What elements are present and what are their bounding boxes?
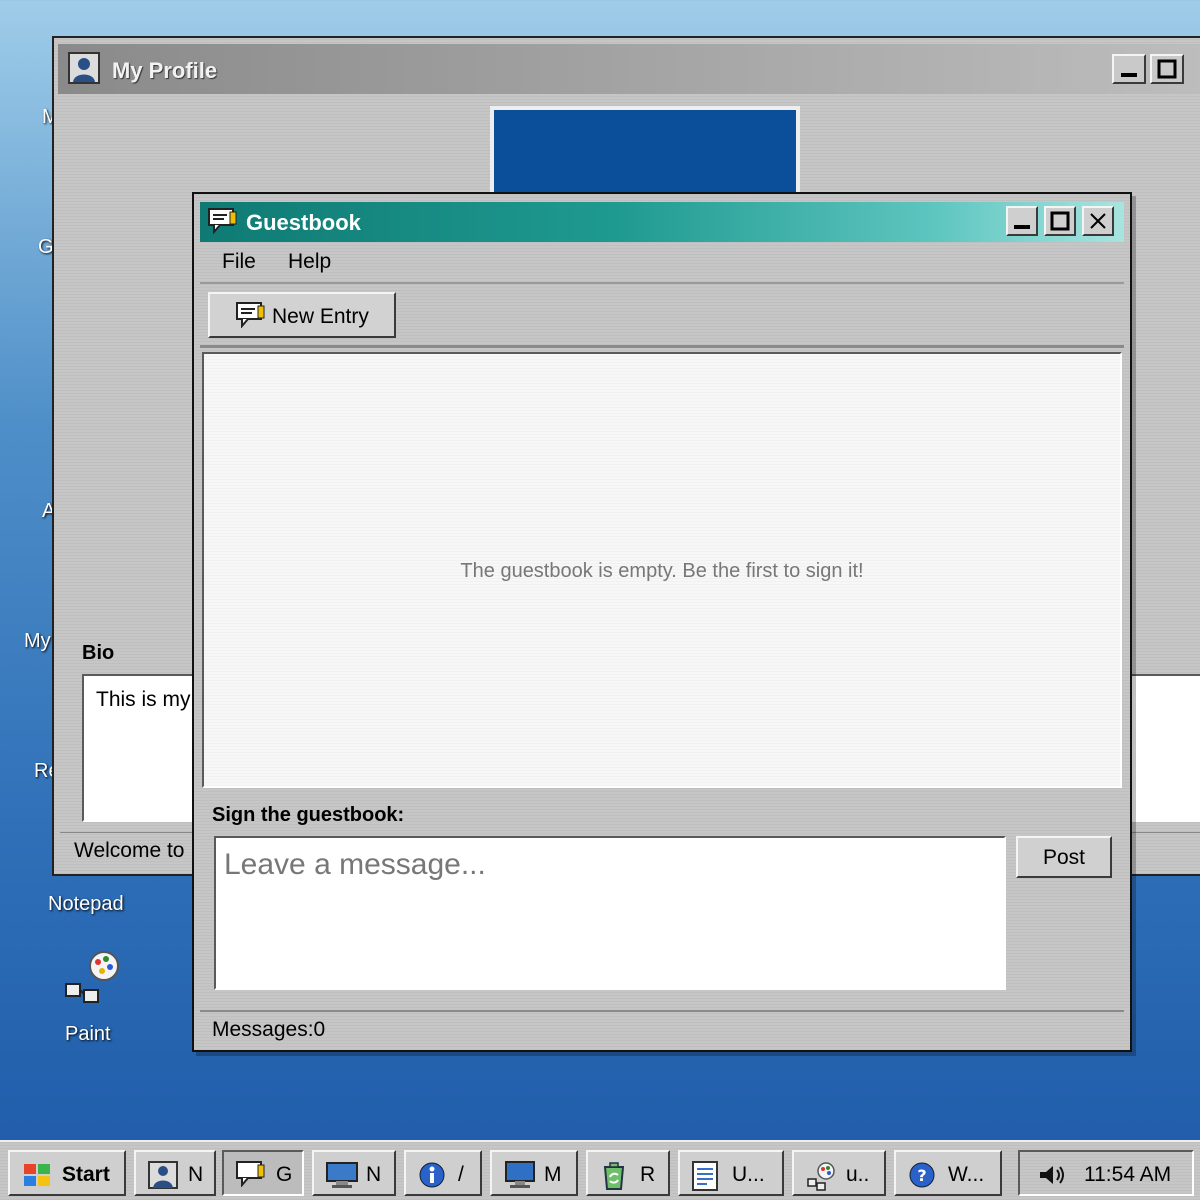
desktop-icon-paint-label[interactable]: Paint: [65, 1023, 111, 1046]
maximize-icon: [1050, 211, 1070, 231]
profile-maximize-button[interactable]: [1150, 54, 1184, 84]
guestbook-minimize-button[interactable]: [1006, 206, 1038, 236]
profile-minimize-button[interactable]: [1112, 54, 1146, 84]
new-entry-icon: [236, 302, 265, 328]
display-icon: [326, 1162, 358, 1188]
taskbar-item-label: N: [366, 1163, 382, 1186]
recycle-icon: [603, 1162, 625, 1190]
clock[interactable]: 11:54 AM: [1084, 1163, 1171, 1187]
taskbar-item-display[interactable]: N: [312, 1150, 396, 1196]
guestbook-maximize-button[interactable]: [1044, 206, 1076, 236]
profile-titlebar[interactable]: My Profile: [58, 44, 1200, 94]
profile-window-title: My Profile: [112, 58, 218, 83]
paint-icon[interactable]: [62, 946, 124, 1008]
guestbook-icon: [208, 208, 237, 234]
minimize-icon: [1014, 225, 1030, 229]
message-input[interactable]: [214, 836, 1006, 990]
taskbar-item-computer[interactable]: M: [490, 1150, 578, 1196]
svg-text:?: ?: [917, 1166, 926, 1185]
empty-guestbook-message: The guestbook is empty. Be the first to …: [460, 560, 864, 582]
guestbook-window[interactable]: Guestbook File Help New Entry The guestb…: [192, 192, 1132, 1052]
taskbar-item-label: U...: [732, 1163, 765, 1186]
guestbook-entries-list[interactable]: The guestbook is empty. Be the first to …: [202, 352, 1122, 788]
help-icon: ?: [909, 1162, 935, 1188]
taskbar-item-help[interactable]: ? W...: [894, 1150, 1002, 1196]
taskbar-item-info[interactable]: /: [404, 1150, 482, 1196]
taskbar-item-profile[interactable]: N: [134, 1150, 216, 1196]
start-button[interactable]: Start: [8, 1150, 126, 1196]
bio-label: Bio: [82, 642, 115, 664]
guestbook-toolbar: New Entry: [200, 286, 1124, 348]
taskbar: Start N G N / M R U... u.. ? W... 11:54 …: [0, 1140, 1200, 1200]
profile-avatar: [490, 106, 800, 206]
new-entry-button[interactable]: New Entry: [208, 292, 396, 338]
paint-icon: [807, 1162, 835, 1191]
new-entry-label: New Entry: [272, 305, 369, 328]
minimize-icon: [1121, 73, 1137, 77]
guestbook-window-title: Guestbook: [246, 210, 361, 235]
taskbar-item-paint[interactable]: u..: [792, 1150, 886, 1196]
taskbar-item-guestbook[interactable]: G: [222, 1150, 304, 1196]
desktop-label-partial-4[interactable]: My: [24, 630, 51, 653]
taskbar-item-notepad[interactable]: U...: [678, 1150, 784, 1196]
computer-icon: [505, 1161, 535, 1188]
desktop-icon-notepad-label[interactable]: Notepad: [48, 893, 124, 916]
profile-icon: [148, 1161, 178, 1189]
guestbook-menubar: File Help: [200, 242, 1124, 284]
volume-icon[interactable]: [1038, 1164, 1068, 1186]
taskbar-item-label: G: [276, 1163, 293, 1186]
guestbook-close-button[interactable]: [1082, 206, 1114, 236]
info-icon: [419, 1162, 445, 1188]
taskbar-item-label: W...: [948, 1163, 985, 1186]
taskbar-item-label: R: [640, 1163, 656, 1186]
notepad-icon: [692, 1161, 718, 1191]
taskbar-item-label: u..: [846, 1163, 870, 1186]
start-label: Start: [62, 1163, 110, 1186]
menu-help[interactable]: Help: [288, 250, 331, 274]
close-icon: [1090, 213, 1106, 229]
windows-logo-icon: [24, 1164, 50, 1186]
sign-guestbook-label: Sign the guestbook:: [212, 804, 405, 826]
guestbook-icon: [236, 1161, 265, 1187]
menu-file[interactable]: File: [222, 250, 256, 274]
profile-icon: [68, 52, 100, 84]
guestbook-titlebar[interactable]: Guestbook: [200, 202, 1124, 242]
system-tray: 11:54 AM: [1018, 1150, 1194, 1196]
taskbar-item-label: /: [458, 1163, 464, 1186]
guestbook-statusbar: Messages:0: [200, 1010, 1124, 1048]
post-button[interactable]: Post: [1016, 836, 1112, 878]
maximize-icon: [1157, 59, 1177, 79]
taskbar-item-label: N: [188, 1163, 204, 1186]
taskbar-item-label: M: [544, 1163, 562, 1186]
taskbar-item-recycle[interactable]: R: [586, 1150, 670, 1196]
